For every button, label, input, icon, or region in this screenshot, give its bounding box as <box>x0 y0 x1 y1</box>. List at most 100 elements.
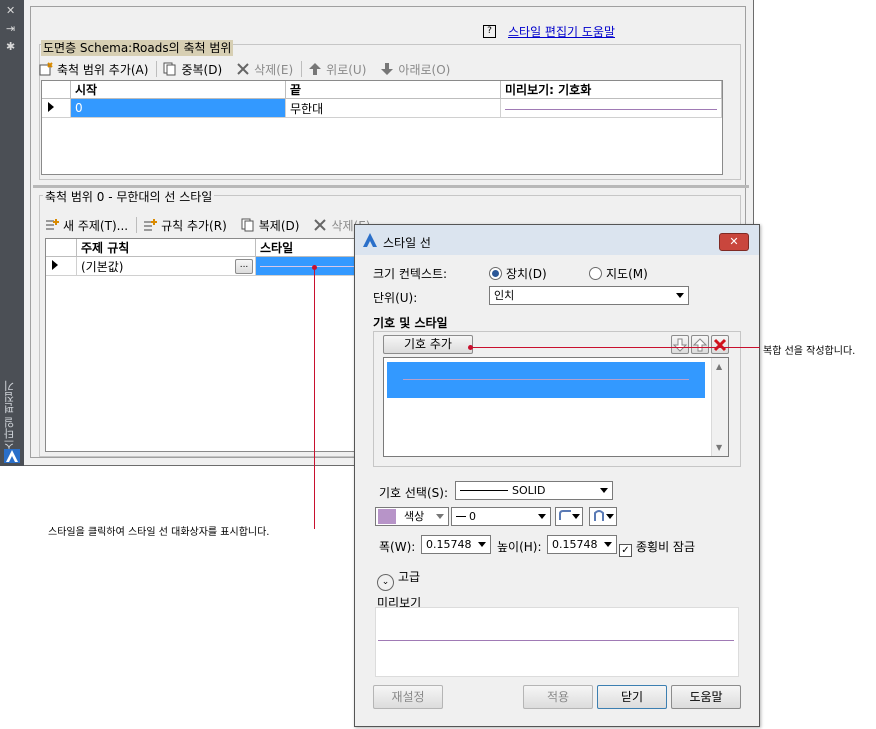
callout-line <box>314 267 315 529</box>
preview-line <box>505 108 717 110</box>
add-scale-range-button[interactable]: 축척 범위 추가(A) <box>39 61 148 78</box>
end-cell[interactable]: 무한대 <box>285 98 501 118</box>
line-end-select[interactable] <box>555 507 583 526</box>
color-select[interactable]: 색상 <box>375 507 449 526</box>
line-join-icon <box>594 510 604 521</box>
theme-rule-grid: 주제 규칙 스타일 (기본값) ... <box>45 238 376 452</box>
move-up-scale-range-button[interactable]: 위로(U) <box>308 61 366 78</box>
size-context-label: 크기 컨텍스트: <box>373 267 448 281</box>
move-down-symbol-button[interactable] <box>671 335 689 354</box>
delete-icon <box>313 218 327 232</box>
move-down-scale-range-button[interactable]: 아래로(O) <box>380 61 450 78</box>
line-style-title: 축척 범위 0 - 무한대의 선 스타일 <box>43 188 215 205</box>
chevron-down-icon <box>572 514 580 519</box>
chevron-down-icon <box>478 542 486 547</box>
help-icon: ? <box>483 25 496 38</box>
chevron-down-icon <box>606 514 614 519</box>
delete-symbol-button[interactable] <box>711 335 729 354</box>
duplicate-scale-range-button[interactable]: 중복(D) <box>163 61 222 78</box>
symbol-select[interactable]: SOLID <box>455 481 613 500</box>
help-area: ? 스타일 편집기 도움말 <box>483 23 615 40</box>
units-select[interactable]: 인치 <box>489 286 689 305</box>
symbol-list-item[interactable] <box>387 362 705 398</box>
close-icon[interactable]: ✕ <box>6 5 15 17</box>
help-link[interactable]: 스타일 편집기 도움말 <box>508 23 615 40</box>
copy-icon <box>241 218 255 232</box>
lineweight-swatch <box>456 516 466 517</box>
symbol-list-scrollbar[interactable]: ▲ ▼ <box>711 358 728 456</box>
scroll-up-icon[interactable]: ▲ <box>716 362 722 371</box>
settings-icon[interactable]: ✱ <box>6 41 15 53</box>
reset-button[interactable]: 재설정 <box>373 685 443 709</box>
apply-button[interactable]: 적용 <box>523 685 593 709</box>
dialog-title: 스타일 선 <box>383 236 431 250</box>
arrow-up-icon <box>692 338 708 352</box>
size-context-device-radio[interactable]: 장치(D) <box>489 265 547 282</box>
column-header-preview[interactable]: 미리보기: 기호화 <box>500 81 722 99</box>
row-header-cell <box>46 239 77 257</box>
width-select[interactable]: 0.15748 <box>421 535 491 554</box>
symbol-select-label: 기호 선택(S): <box>379 486 448 500</box>
preview-cell[interactable] <box>500 98 722 118</box>
size-context-map-radio[interactable]: 지도(M) <box>589 265 648 282</box>
symbol-list[interactable]: ▲ ▼ <box>383 357 729 457</box>
color-swatch <box>378 509 396 524</box>
copy-icon <box>163 62 177 76</box>
table-row[interactable]: 0 무한대 <box>42 98 722 118</box>
duplicate-rule-button[interactable]: 복제(D) <box>241 217 299 234</box>
add-symbol-button[interactable]: 기호 추가 <box>383 335 473 354</box>
line-join-select[interactable] <box>589 507 617 526</box>
arrow-down-icon <box>672 338 688 352</box>
row-selector[interactable] <box>42 98 71 118</box>
column-header-start[interactable]: 시작 <box>70 81 286 99</box>
preview-area <box>375 607 739 677</box>
radio-selected-icon <box>489 267 502 280</box>
close-button[interactable]: ✕ <box>719 233 749 251</box>
chevron-down-icon <box>600 488 608 493</box>
table-row[interactable]: (기본값) ... <box>46 256 376 276</box>
chevron-down-icon <box>676 293 684 298</box>
style-line-dialog: 스타일 선 ✕ 크기 컨텍스트: 장치(D) 지도(M) 단위(U): 인치 기… <box>354 224 760 727</box>
toolbar-separator <box>136 217 138 233</box>
move-up-symbol-button[interactable] <box>691 335 709 354</box>
scroll-down-icon[interactable]: ▼ <box>716 443 722 452</box>
units-label: 단위(U): <box>373 291 418 305</box>
new-theme-button[interactable]: 새 주제(T)... <box>45 217 128 234</box>
help-button[interactable]: 도움말 <box>671 685 741 709</box>
new-theme-icon <box>45 218 59 232</box>
browse-rule-button[interactable]: ... <box>235 259 253 274</box>
height-label: 높이(H): <box>497 540 542 554</box>
row-header-cell <box>42 81 71 99</box>
chevron-down-icon <box>436 514 444 519</box>
chevron-down-icon <box>538 514 546 519</box>
close-dialog-button[interactable]: 닫기 <box>597 685 667 709</box>
delete-scale-range-button[interactable]: 삭제(E) <box>236 61 293 78</box>
start-cell[interactable]: 0 <box>70 98 286 118</box>
callout-line <box>470 347 760 348</box>
lineweight-select[interactable]: 0 <box>451 507 551 526</box>
add-rule-icon <box>143 218 158 232</box>
lock-aspect-checkbox[interactable]: ✓ 종횡비 잠금 <box>619 538 695 557</box>
style-click-callout: 스타일을 클릭하여 스타일 선 대화상자를 표시합니다. <box>48 527 270 538</box>
app-logo-icon <box>4 449 20 463</box>
width-label: 폭(W): <box>379 540 416 554</box>
radio-icon <box>589 267 602 280</box>
dialog-titlebar[interactable]: 스타일 선 ✕ <box>355 225 759 255</box>
row-selector[interactable] <box>46 256 77 276</box>
grid-header-row: 주제 규칙 스타일 <box>46 239 376 257</box>
red-x-icon <box>713 338 727 352</box>
solid-line-swatch <box>460 490 508 491</box>
scale-range-grid: 시작 끝 미리보기: 기호화 0 무한대 <box>41 80 723 175</box>
pin-icon[interactable]: ⇥ <box>6 23 15 35</box>
column-header-theme-rule[interactable]: 주제 규칙 <box>76 239 256 257</box>
advanced-toggle[interactable]: ⌄ 고급 <box>377 568 420 591</box>
height-select[interactable]: 0.15748 <box>547 535 617 554</box>
current-row-icon <box>52 260 58 270</box>
theme-rule-cell[interactable]: (기본값) ... <box>76 256 256 276</box>
grid-header-row: 시작 끝 미리보기: 기호화 <box>42 81 722 99</box>
add-rule-button[interactable]: 규칙 추가(R) <box>143 217 227 234</box>
symbol-preview-line <box>403 379 689 380</box>
line-style-toolbar: 새 주제(T)... 규칙 추가(R) 복제(D) 삭제(E) <box>45 215 384 235</box>
current-row-icon <box>48 102 54 112</box>
column-header-end[interactable]: 끝 <box>285 81 501 99</box>
